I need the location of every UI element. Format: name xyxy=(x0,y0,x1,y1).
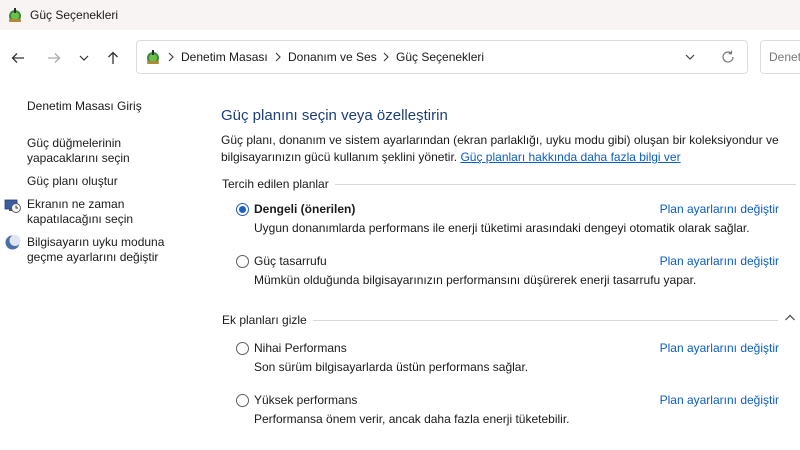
forward-button[interactable] xyxy=(43,47,65,69)
sidebar-item-label: geçme ayarlarını değiştir xyxy=(27,250,159,264)
chevron-down-icon[interactable] xyxy=(685,52,695,62)
plan-name-balanced[interactable]: Dengeli (önerilen) xyxy=(254,202,355,216)
plan-radio-ultimate-performance[interactable] xyxy=(236,342,249,355)
window-title: Güç Seçenekleri xyxy=(30,8,119,22)
search-input[interactable]: Denet xyxy=(760,40,800,74)
search-placeholder: Denet xyxy=(769,50,800,64)
breadcrumb-control-panel[interactable]: Denetim Masası xyxy=(181,50,268,64)
address-bar[interactable]: Denetim Masası Donanım ve Ses Güç Seçene… xyxy=(136,40,748,74)
plan-name-power-saver[interactable]: Güç tasarrufu xyxy=(254,254,327,268)
change-plan-settings-link[interactable]: Plan ayarlarını değiştir xyxy=(660,202,779,216)
sidebar-item-label: yapacaklarını seçin xyxy=(27,151,130,165)
plan-description: Uygun donanımlarda performans ile enerji… xyxy=(254,221,750,235)
arrow-left-icon xyxy=(11,53,24,63)
learn-more-link[interactable]: Güç planları hakkında daha fazla bilgi v… xyxy=(460,150,680,164)
sidebar-home-link[interactable]: Denetim Masası Giriş xyxy=(27,99,142,114)
description-text: bilgisayarınızın gücü kullanım şeklini y… xyxy=(221,150,458,164)
page-title: Güç planını seçin veya özelleştirin xyxy=(221,107,448,124)
sidebar-item-display-off[interactable]: Ekranın ne zaman kapatılacağını seçin xyxy=(27,197,133,227)
sidebar-item-label: kapatılacağını seçin xyxy=(27,212,134,226)
page-description-line-2: bilgisayarınızın gücü kullanım şeklini y… xyxy=(221,149,781,166)
change-plan-settings-link[interactable]: Plan ayarlarını değiştir xyxy=(660,393,779,407)
sidebar-item-label: Bilgisayarın uyku moduna xyxy=(27,235,165,249)
plan-radio-high-performance[interactable] xyxy=(236,394,249,407)
monitor-clock-icon xyxy=(4,199,21,213)
sidebar-item-power-buttons[interactable]: Güç düğmelerinin yapacaklarını seçin xyxy=(27,136,130,166)
sidebar-item-label: Güç planı oluştur xyxy=(27,174,118,188)
plan-radio-balanced[interactable] xyxy=(236,203,249,216)
change-plan-settings-link[interactable]: Plan ayarlarını değiştir xyxy=(660,254,779,268)
navigation-bar: Denetim Masası Donanım ve Ses Güç Seçene… xyxy=(0,30,800,86)
refresh-icon[interactable] xyxy=(721,50,735,64)
group-header-preferred: Tercih edilen planlar xyxy=(222,177,335,191)
chevron-right-icon xyxy=(168,52,174,62)
moon-icon xyxy=(5,235,21,250)
sidebar-item-create-plan[interactable]: Güç planı oluştur xyxy=(27,174,118,189)
chevron-right-icon[interactable] xyxy=(382,52,390,62)
sidebar-item-label: Ekranın ne zaman xyxy=(27,197,125,211)
group-header-extra[interactable]: Ek planları gizle xyxy=(222,313,313,327)
plan-radio-power-saver[interactable] xyxy=(236,255,249,268)
chevron-right-icon[interactable] xyxy=(274,52,282,62)
arrow-up-icon xyxy=(108,51,118,64)
chevron-up-icon[interactable] xyxy=(784,313,796,323)
plan-name-ultimate-performance[interactable]: Nihai Performans xyxy=(254,341,347,355)
chevron-down-icon xyxy=(79,55,89,61)
sidebar-item-label: Güç düğmelerinin xyxy=(27,136,122,150)
plan-description: Mümkün olduğunda bilgisayarınızın perfor… xyxy=(254,273,697,287)
power-options-icon xyxy=(9,8,21,22)
plan-description: Performansa önem verir, ancak daha fazla… xyxy=(254,412,570,426)
sidebar-item-sleep-settings[interactable]: Bilgisayarın uyku moduna geçme ayarların… xyxy=(27,235,164,265)
title-bar: Güç Seçenekleri xyxy=(0,0,800,30)
arrow-right-icon xyxy=(48,53,61,63)
back-button[interactable] xyxy=(7,47,29,69)
plan-description: Son sürüm bilgisayarlarda üstün performa… xyxy=(254,360,529,374)
power-options-icon xyxy=(147,50,159,64)
plan-name-high-performance[interactable]: Yüksek performans xyxy=(254,393,357,407)
recent-locations-button[interactable] xyxy=(73,47,95,69)
change-plan-settings-link[interactable]: Plan ayarlarını değiştir xyxy=(660,341,779,355)
breadcrumb-power-options[interactable]: Güç Seçenekleri xyxy=(396,50,484,64)
breadcrumb-hardware-sound[interactable]: Donanım ve Ses xyxy=(288,50,377,64)
page-description-line-1: Güç planı, donanım ve sistem ayarlarında… xyxy=(221,133,779,147)
up-button[interactable] xyxy=(102,47,124,69)
